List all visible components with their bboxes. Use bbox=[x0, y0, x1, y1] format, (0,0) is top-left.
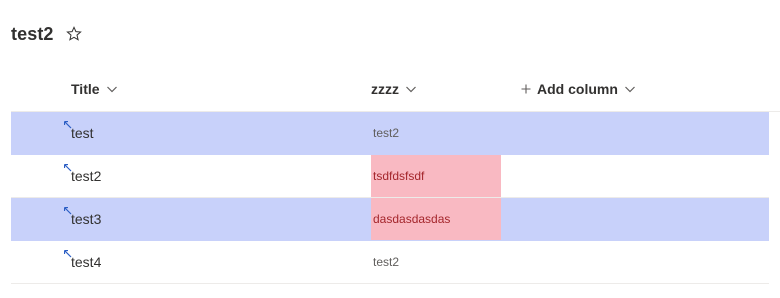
column-header-title[interactable]: Title bbox=[71, 67, 118, 111]
title-cell[interactable]: test2 bbox=[71, 155, 101, 197]
add-column-button[interactable]: Add column bbox=[521, 67, 636, 111]
favorite-star-icon[interactable] bbox=[65, 26, 82, 42]
column-header-zzzz[interactable]: zzzz bbox=[371, 67, 417, 111]
chevron-down-icon bbox=[405, 83, 417, 95]
zzzz-cell: tsdfdsfsdf bbox=[371, 155, 501, 197]
column-header-label: Title bbox=[71, 81, 100, 97]
table-row[interactable]: test test2 bbox=[11, 112, 769, 155]
chevron-down-icon bbox=[106, 83, 118, 95]
chevron-down-icon bbox=[624, 83, 636, 95]
list-grid: Title zzzz Add column test test2 test2 t… bbox=[11, 67, 780, 284]
title-cell[interactable]: test4 bbox=[71, 241, 101, 283]
column-header-label: zzzz bbox=[371, 81, 399, 97]
title-cell[interactable]: test3 bbox=[71, 198, 101, 240]
zzzz-cell: test2 bbox=[373, 255, 400, 269]
list-header: test2 bbox=[11, 22, 82, 46]
table-row[interactable]: test3 dasdasdasdas bbox=[11, 198, 769, 241]
title-cell[interactable]: test bbox=[71, 112, 94, 154]
zzzz-cell: test2 bbox=[373, 126, 400, 140]
plus-icon bbox=[521, 84, 531, 94]
table-row[interactable]: test4 test2 bbox=[11, 241, 769, 284]
zzzz-cell: dasdasdasdas bbox=[371, 198, 501, 240]
list-title: test2 bbox=[11, 23, 54, 44]
table-row[interactable]: test2 tsdfdsfsdf bbox=[11, 155, 769, 198]
column-header-row: Title zzzz Add column bbox=[11, 67, 780, 112]
add-column-label: Add column bbox=[537, 81, 618, 97]
